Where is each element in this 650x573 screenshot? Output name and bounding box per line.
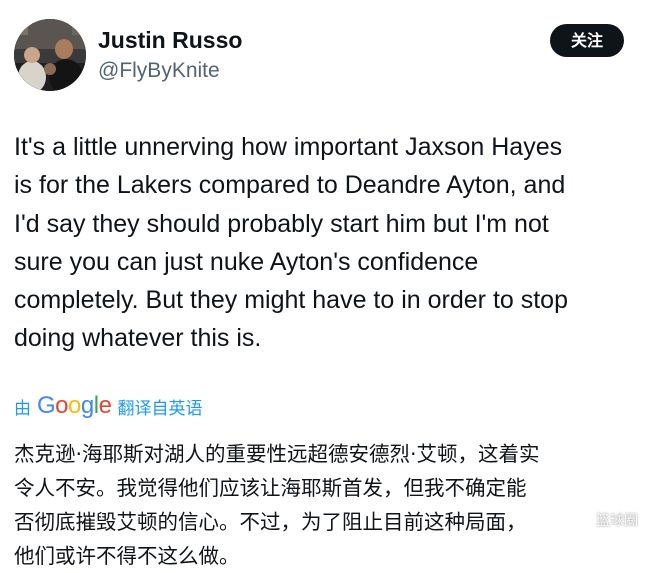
avatar[interactable] — [14, 19, 86, 91]
tweet-text-line: completely. But they might have to in or… — [14, 286, 568, 315]
user-avatar-photo-icon — [14, 19, 86, 91]
google-logo-letter: g — [80, 392, 94, 419]
translate-attribution[interactable]: 由 Google 翻译自英语 — [14, 390, 202, 422]
translated-text: 杰克逊·海耶斯对湖人的重要性远超德安德烈·艾顿，这着实 令人不安。我觉得他们应该… — [14, 437, 644, 573]
follow-button[interactable]: 关注 — [550, 24, 624, 57]
translated-text-line: 他们或许不得不这么做。 — [14, 544, 240, 568]
google-logo-letter: o — [68, 392, 81, 419]
google-logo-letter: o — [55, 392, 69, 419]
google-logo-letter: G — [37, 392, 56, 419]
tweet-text: It's a little unnerving how important Ja… — [14, 128, 639, 358]
google-logo-icon: Google — [37, 392, 112, 420]
watermark: 篮球圈 — [596, 513, 638, 529]
author-display-name[interactable]: Justin Russo — [98, 25, 242, 55]
translate-suffix: 翻译自英语 — [117, 398, 203, 419]
tweet-text-line: doing whatever this is. — [14, 324, 262, 353]
translated-text-line: 杰克逊·海耶斯对湖人的重要性远超德安德烈·艾顿，这着实 — [14, 442, 540, 466]
tweet-text-line: sure you can just nuke Ayton's confidenc… — [14, 247, 479, 276]
google-logo-letter: e — [98, 392, 112, 419]
tweet-text-line: It's a little unnerving how important Ja… — [14, 133, 563, 161]
translated-text-line: 令人不安。我觉得他们应该让海耶斯首发，但我不确定能 — [14, 476, 527, 500]
translate-prefix: 由 — [14, 398, 31, 419]
tweet-text-line: is for the Lakers compared to Deandre Ay… — [14, 171, 566, 200]
translated-text-line: 否彻底摧毁艾顿的信心。不过，为了阻止目前这种局面， — [14, 510, 527, 534]
tweet-text-line: I'd say they should probably start him b… — [14, 209, 549, 238]
author-handle[interactable]: @FlyByKnite — [98, 57, 220, 85]
